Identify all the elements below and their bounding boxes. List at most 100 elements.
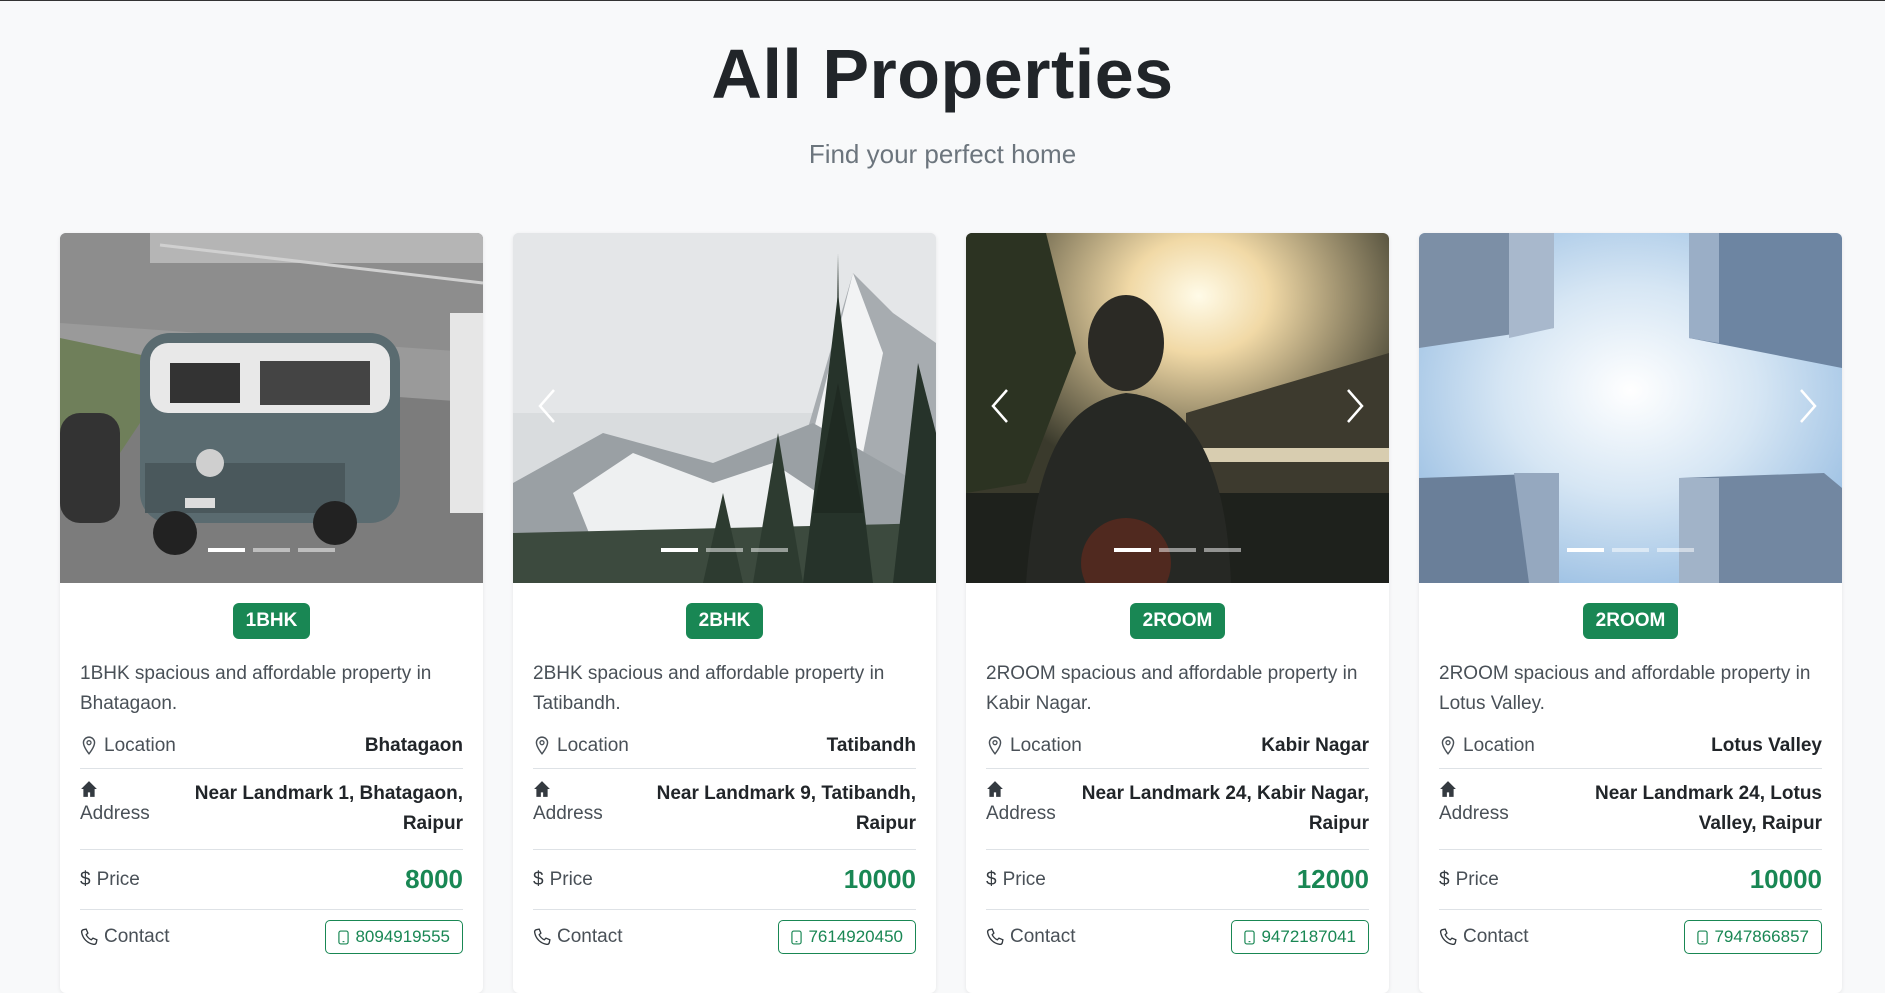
property-description: 2BHK spacious and affordable property in… (533, 663, 885, 714)
van-photo (60, 233, 483, 583)
location-label: Location (1463, 735, 1535, 756)
image-carousel[interactable] (513, 233, 936, 583)
property-type-badge: 2ROOM (1129, 603, 1226, 639)
carousel-indicator[interactable] (706, 548, 743, 552)
location-label: Location (1010, 735, 1082, 756)
carousel-indicator[interactable] (208, 548, 245, 552)
property-card: 2ROOM 2ROOM spacious and affordable prop… (966, 233, 1389, 993)
geo-pin-icon (986, 736, 1004, 756)
price-row: $ Price 8000 (80, 850, 463, 910)
address-value: Near Landmark 9, Tatibandh, Raipur (656, 783, 916, 834)
carousel-indicator[interactable] (1114, 548, 1151, 552)
address-value: Near Landmark 24, Lotus Valley, Raipur (1594, 783, 1822, 834)
house-icon (80, 779, 98, 799)
address-value: Near Landmark 1, Bhatagaon, Raipur (194, 783, 463, 834)
contact-label: Contact (104, 926, 170, 947)
phone-number: 7614920450 (808, 927, 903, 946)
property-card: 2BHK 2BHK spacious and affordable proper… (513, 233, 936, 993)
call-button[interactable]: 8094919555 (325, 920, 463, 954)
sky-buildings-photo (1419, 233, 1842, 583)
property-type-badge: 2ROOM (1582, 603, 1679, 639)
phone-number: 8094919555 (355, 927, 450, 946)
address-value: Near Landmark 24, Kabir Nagar, Raipur (1081, 783, 1369, 834)
location-row: Location Tatibandh (533, 735, 916, 769)
property-type-badge: 1BHK (232, 603, 311, 639)
carousel-indicator[interactable] (751, 548, 788, 552)
call-button[interactable]: 7614920450 (778, 920, 916, 954)
chevron-right-icon (1797, 386, 1819, 431)
address-label: Address (533, 803, 603, 824)
phone-icon (1697, 929, 1709, 945)
telephone-icon (533, 927, 551, 947)
page-title: All Properties (711, 35, 1174, 113)
location-label: Location (557, 735, 629, 756)
property-description: 2ROOM spacious and affordable property i… (1439, 663, 1811, 714)
call-button[interactable]: 7947866857 (1684, 920, 1822, 954)
carousel-indicators (60, 548, 483, 552)
price-row: $ Price 12000 (986, 850, 1369, 910)
snowy-mountain-photo (513, 233, 936, 583)
phone-icon (1244, 929, 1256, 945)
address-label: Address (1439, 803, 1509, 824)
property-description: 2ROOM spacious and affordable property i… (986, 663, 1358, 714)
contact-label: Contact (1010, 926, 1076, 947)
carousel-indicator[interactable] (1657, 548, 1694, 552)
chevron-right-icon (1344, 386, 1366, 431)
contact-row: Contact 7614920450 (533, 910, 916, 954)
phone-number: 9472187041 (1261, 927, 1356, 946)
property-description: 1BHK spacious and affordable property in… (80, 663, 432, 714)
property-card-list: 1BHK 1BHK spacious and affordable proper… (60, 233, 1842, 993)
house-icon (533, 779, 551, 799)
carousel-indicator[interactable] (1204, 548, 1241, 552)
price-value: 8000 (405, 864, 463, 894)
carousel-indicator[interactable] (253, 548, 290, 552)
price-label: Price (96, 868, 140, 890)
price-value: 12000 (1296, 864, 1369, 894)
price-label: Price (549, 868, 593, 890)
price-value: 10000 (1749, 864, 1822, 894)
contact-row: Contact 9472187041 (986, 910, 1369, 954)
carousel-prev-button[interactable] (980, 383, 1020, 433)
house-icon (1439, 779, 1457, 799)
carousel-next-button[interactable] (1335, 383, 1375, 433)
image-carousel[interactable] (60, 233, 483, 583)
price-row: $ Price 10000 (1439, 850, 1822, 910)
telephone-icon (986, 927, 1004, 947)
contact-label: Contact (1463, 926, 1529, 947)
telephone-icon (1439, 927, 1457, 947)
carousel-indicators (966, 548, 1389, 552)
carousel-indicator[interactable] (1612, 548, 1649, 552)
property-type-badge: 2BHK (685, 603, 764, 639)
carousel-indicator[interactable] (298, 548, 335, 552)
location-value: Kabir Nagar (1261, 735, 1369, 756)
location-value: Tatibandh (826, 735, 916, 756)
dollar-icon: $ (80, 868, 91, 890)
address-label: Address (80, 803, 150, 824)
property-card: 1BHK 1BHK spacious and affordable proper… (60, 233, 483, 993)
carousel-indicator[interactable] (1159, 548, 1196, 552)
price-value: 10000 (843, 864, 916, 894)
page-header: All Properties Find your perfect home (0, 1, 1885, 170)
price-label: Price (1455, 868, 1499, 890)
carousel-indicator[interactable] (1567, 548, 1604, 552)
price-label: Price (1002, 868, 1046, 890)
location-row: Location Bhatagaon (80, 735, 463, 769)
house-icon (986, 779, 1004, 799)
phone-icon (791, 929, 803, 945)
dollar-icon: $ (533, 868, 544, 890)
page-subtitle: Find your perfect home (808, 139, 1077, 169)
telephone-icon (80, 927, 98, 947)
sunset-person-photo (966, 233, 1389, 583)
carousel-indicator[interactable] (661, 548, 698, 552)
carousel-next-button[interactable] (1788, 383, 1828, 433)
geo-pin-icon (80, 736, 98, 756)
image-carousel[interactable] (966, 233, 1389, 583)
call-button[interactable]: 9472187041 (1231, 920, 1369, 954)
address-row: Address Near Landmark 24, Lotus Valley, … (1439, 769, 1822, 850)
phone-number: 7947866857 (1714, 927, 1809, 946)
location-row: Location Lotus Valley (1439, 735, 1822, 769)
carousel-prev-button[interactable] (527, 383, 567, 433)
contact-label: Contact (557, 926, 623, 947)
image-carousel[interactable] (1419, 233, 1842, 583)
geo-pin-icon (533, 736, 551, 756)
